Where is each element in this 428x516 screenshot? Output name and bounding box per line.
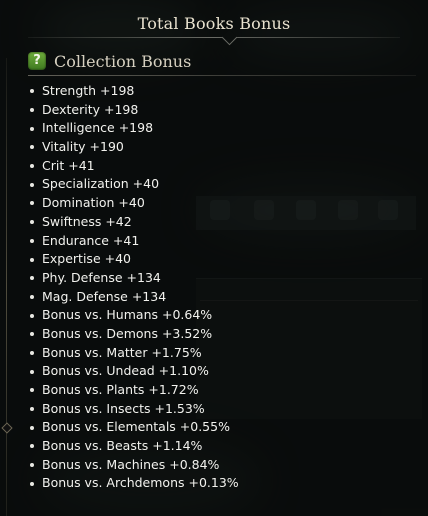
list-item: Vitality +190 bbox=[30, 138, 239, 157]
bonus-label: Expertise +40 bbox=[42, 251, 131, 267]
bonus-label: Bonus vs. Demons +3.52% bbox=[42, 325, 213, 341]
bonus-label: Bonus vs. Insects +1.53% bbox=[42, 400, 205, 416]
bonus-label: Vitality +190 bbox=[42, 139, 124, 155]
total-books-bonus-tooltip: Total Books Bonus ? Collection Bonus Str… bbox=[0, 0, 428, 516]
list-item: Bonus vs. Undead +1.10% bbox=[30, 362, 239, 381]
bullet-icon bbox=[30, 444, 34, 449]
list-item: Bonus vs. Demons +3.52% bbox=[30, 325, 239, 344]
bullet-icon bbox=[30, 388, 34, 393]
bullet-icon bbox=[30, 276, 34, 281]
section-title: Collection Bonus bbox=[54, 51, 192, 71]
bonus-label: Domination +40 bbox=[42, 195, 145, 211]
list-item: Intelligence +198 bbox=[30, 119, 239, 138]
tooltip-title: Total Books Bonus bbox=[137, 14, 291, 33]
list-item: Crit +41 bbox=[30, 157, 239, 176]
list-item: Bonus vs. Plants +1.72% bbox=[30, 381, 239, 400]
bonus-label: Bonus vs. Plants +1.72% bbox=[42, 382, 199, 397]
bullet-icon bbox=[30, 350, 34, 355]
bullet-icon bbox=[30, 294, 34, 299]
list-item: Bonus vs. Insects +1.53% bbox=[30, 400, 239, 419]
bonus-label: Dexterity +198 bbox=[42, 101, 139, 117]
list-item: Bonus vs. Beasts +1.14% bbox=[30, 437, 239, 456]
list-item: Domination +40 bbox=[30, 194, 239, 213]
bonus-label: Crit +41 bbox=[42, 157, 95, 173]
list-item: Dexterity +198 bbox=[30, 101, 239, 120]
bonus-label: Phy. Defense +134 bbox=[42, 269, 161, 285]
list-item: Endurance +41 bbox=[30, 232, 239, 251]
bullet-icon bbox=[30, 313, 34, 318]
list-item: Mag. Defense +134 bbox=[30, 288, 239, 307]
bullet-icon bbox=[30, 238, 34, 243]
bonus-label: Intelligence +198 bbox=[42, 120, 154, 136]
list-item: Bonus vs. Archdemons +0.13% bbox=[30, 474, 239, 493]
bullet-icon bbox=[30, 257, 34, 262]
list-item: Bonus vs. Matter +1.75% bbox=[30, 344, 239, 363]
bonus-label: Bonus vs. Archdemons +0.13% bbox=[42, 475, 239, 491]
list-item: Strength +198 bbox=[30, 82, 239, 101]
bonus-label: Endurance +41 bbox=[42, 232, 140, 248]
bullet-icon bbox=[30, 145, 34, 150]
question-help-icon[interactable]: ? bbox=[28, 52, 46, 70]
bullet-icon bbox=[30, 463, 34, 468]
bonus-label: Bonus vs. Beasts +1.14% bbox=[42, 438, 203, 454]
list-item: Swiftness +42 bbox=[30, 213, 239, 232]
bonus-label: Specialization +40 bbox=[42, 176, 160, 192]
bonus-label: Swiftness +42 bbox=[42, 213, 132, 229]
section-divider bbox=[28, 75, 416, 76]
bullet-icon bbox=[30, 108, 34, 113]
list-item: Expertise +40 bbox=[30, 250, 239, 269]
bullet-icon bbox=[30, 332, 34, 337]
bullet-icon bbox=[30, 182, 34, 187]
list-item: Phy. Defense +134 bbox=[30, 269, 239, 288]
frame-diamond-ornament bbox=[1, 422, 13, 434]
bullet-icon bbox=[30, 481, 34, 486]
bullet-icon bbox=[30, 407, 34, 412]
bonus-label: Mag. Defense +134 bbox=[42, 288, 167, 304]
title-divider bbox=[28, 37, 400, 38]
bonus-label: Bonus vs. Humans +0.64% bbox=[42, 307, 213, 323]
list-item: Bonus vs. Machines +0.84% bbox=[30, 456, 239, 475]
list-item: Bonus vs. Humans +0.64% bbox=[30, 306, 239, 325]
bullet-icon bbox=[30, 425, 34, 430]
bullet-icon bbox=[30, 164, 34, 169]
bonus-label: Bonus vs. Elementals +0.55% bbox=[42, 419, 230, 435]
bonus-label: Strength +198 bbox=[42, 83, 135, 98]
bonus-label: Bonus vs. Matter +1.75% bbox=[42, 344, 202, 360]
bonus-label: Bonus vs. Machines +0.84% bbox=[42, 456, 220, 472]
bullet-icon bbox=[30, 126, 34, 131]
bonus-list: Strength +198 Dexterity +198 Intelligence … bbox=[30, 82, 239, 493]
left-frame-line bbox=[6, 58, 7, 516]
list-item: Bonus vs. Elementals +0.55% bbox=[30, 418, 239, 437]
bonus-label: Bonus vs. Undead +1.10% bbox=[42, 363, 209, 379]
bullet-icon bbox=[30, 220, 34, 225]
bullet-icon bbox=[30, 89, 34, 94]
list-item: Specialization +40 bbox=[30, 175, 239, 194]
collection-bonus-header: ? Collection Bonus bbox=[28, 48, 418, 74]
bullet-icon bbox=[30, 201, 34, 206]
bullet-icon bbox=[30, 369, 34, 374]
